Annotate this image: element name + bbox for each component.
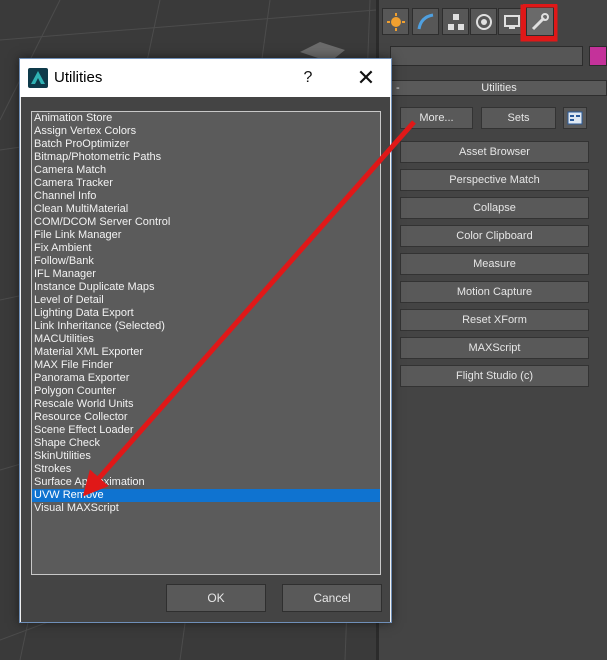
motion-icon[interactable]: [470, 8, 497, 35]
cancel-button[interactable]: Cancel: [282, 584, 382, 612]
list-item[interactable]: Rescale World Units: [32, 398, 380, 411]
rollout-collapse-mark: -: [396, 82, 400, 94]
utility-button[interactable]: Motion Capture: [400, 281, 589, 303]
list-item[interactable]: Material XML Exporter: [32, 346, 380, 359]
list-item[interactable]: Lighting Data Export: [32, 307, 380, 320]
utility-button[interactable]: Perspective Match: [400, 169, 589, 191]
modify-icon[interactable]: [412, 8, 439, 35]
list-item[interactable]: Camera Match: [32, 164, 380, 177]
utilities-icon[interactable]: [523, 4, 557, 39]
utilities-rollout-header[interactable]: - Utilities: [391, 80, 607, 96]
create-icon[interactable]: [382, 8, 409, 35]
list-item[interactable]: Batch ProOptimizer: [32, 138, 380, 151]
utility-button[interactable]: Color Clipboard: [400, 225, 589, 247]
hierarchy-icon[interactable]: [442, 8, 469, 35]
list-item[interactable]: Panorama Exporter: [32, 372, 380, 385]
utility-button[interactable]: Reset XForm: [400, 309, 589, 331]
list-item[interactable]: File Link Manager: [32, 229, 380, 242]
utility-button[interactable]: Collapse: [400, 197, 589, 219]
list-item[interactable]: Strokes: [32, 463, 380, 476]
dialog-client-area: Animation Store Assign Vertex Colors Batch…: [21, 97, 390, 622]
list-item[interactable]: SkinUtilities: [32, 450, 380, 463]
close-icon[interactable]: ✕: [346, 63, 386, 93]
list-item-selected[interactable]: UVW Remove: [32, 489, 380, 502]
list-item[interactable]: Bitmap/Photometric Paths: [32, 151, 380, 164]
dialog-titlebar[interactable]: Utilities ? ✕: [20, 59, 391, 97]
list-item[interactable]: Scene Effect Loader: [32, 424, 380, 437]
more-button[interactable]: More...: [400, 107, 473, 129]
utility-button[interactable]: Flight Studio (c): [400, 365, 589, 387]
list-item[interactable]: MACUtilities: [32, 333, 380, 346]
list-item[interactable]: Visual MAXScript: [32, 502, 380, 515]
ok-button[interactable]: OK: [166, 584, 266, 612]
list-item[interactable]: Assign Vertex Colors: [32, 125, 380, 138]
list-item[interactable]: COM/DCOM Server Control: [32, 216, 380, 229]
command-panel-tabs: [380, 4, 607, 40]
utilities-listbox[interactable]: Animation Store Assign Vertex Colors Batch…: [31, 111, 381, 575]
configure-button-sets-icon[interactable]: [563, 107, 587, 129]
list-item[interactable]: Fix Ambient: [32, 242, 380, 255]
object-color-swatch[interactable]: [589, 46, 607, 66]
list-item[interactable]: IFL Manager: [32, 268, 380, 281]
help-button[interactable]: ?: [298, 65, 318, 91]
object-name-field[interactable]: [390, 46, 583, 66]
list-item[interactable]: Link Inheritance (Selected): [32, 320, 380, 333]
3dsmax-app-icon: [28, 68, 48, 88]
utility-button[interactable]: MAXScript: [400, 337, 589, 359]
utility-button[interactable]: Measure: [400, 253, 589, 275]
list-item[interactable]: Level of Detail: [32, 294, 380, 307]
list-item[interactable]: Shape Check: [32, 437, 380, 450]
list-item[interactable]: Animation Store: [32, 112, 380, 125]
list-item[interactable]: Channel Info: [32, 190, 380, 203]
utility-button[interactable]: Asset Browser: [400, 141, 589, 163]
list-item[interactable]: Polygon Counter: [32, 385, 380, 398]
list-item[interactable]: Clean MultiMaterial: [32, 203, 380, 216]
utilities-dialog: Utilities ? ✕ Animation Store Assign Vert…: [19, 58, 392, 623]
list-item[interactable]: Resource Collector: [32, 411, 380, 424]
dialog-title: Utilities: [54, 69, 103, 86]
list-item[interactable]: MAX File Finder: [32, 359, 380, 372]
sets-button[interactable]: Sets: [481, 107, 556, 129]
list-item[interactable]: Surface Approximation: [32, 476, 380, 489]
list-item[interactable]: Camera Tracker: [32, 177, 380, 190]
display-icon[interactable]: [498, 8, 525, 35]
rollout-title: Utilities: [481, 82, 517, 94]
list-item[interactable]: Instance Duplicate Maps: [32, 281, 380, 294]
list-item[interactable]: Follow/Bank: [32, 255, 380, 268]
